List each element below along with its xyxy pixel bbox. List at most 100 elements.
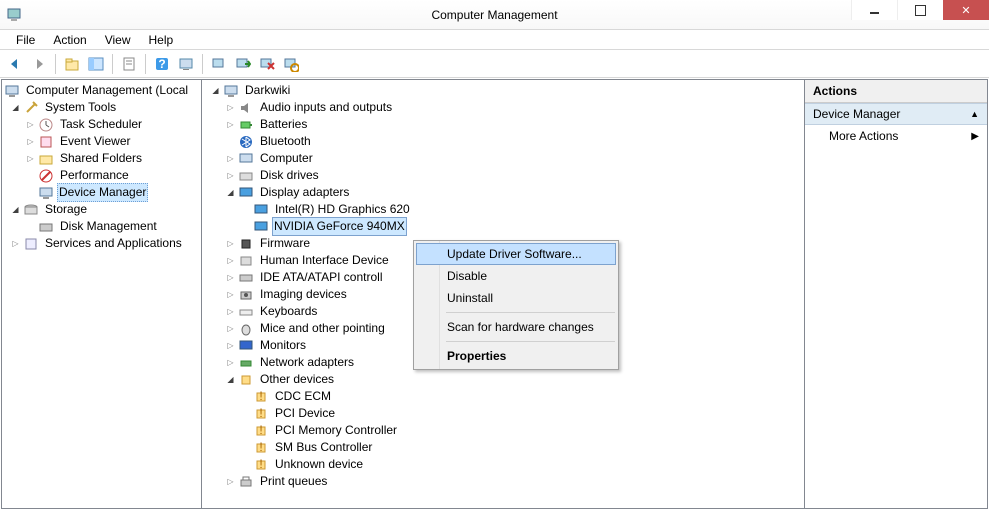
cat-disk-drives[interactable]: Disk drives bbox=[204, 167, 804, 184]
expand-icon[interactable] bbox=[223, 372, 238, 387]
cat-print-queues[interactable]: Print queues bbox=[204, 473, 804, 490]
disable-button[interactable] bbox=[280, 53, 302, 75]
device-sm-bus[interactable]: !SM Bus Controller bbox=[204, 439, 804, 456]
menu-file[interactable]: File bbox=[8, 31, 43, 49]
window-controls bbox=[851, 0, 989, 29]
printer-icon bbox=[238, 474, 254, 490]
expand-icon[interactable] bbox=[8, 100, 23, 115]
expand-icon[interactable] bbox=[223, 338, 238, 353]
menu-view[interactable]: View bbox=[97, 31, 139, 49]
expand-icon[interactable] bbox=[223, 185, 238, 200]
update-driver-button[interactable] bbox=[232, 53, 254, 75]
close-button[interactable] bbox=[943, 0, 989, 20]
unknown-device-icon: ! bbox=[253, 389, 269, 405]
ctx-label: Scan for hardware changes bbox=[447, 320, 594, 334]
device-pci[interactable]: !PCI Device bbox=[204, 405, 804, 422]
hid-icon bbox=[238, 253, 254, 269]
unknown-device-icon: ! bbox=[253, 457, 269, 473]
device-root[interactable]: Darkwiki bbox=[204, 82, 804, 99]
device-pci-mem[interactable]: !PCI Memory Controller bbox=[204, 422, 804, 439]
expand-icon[interactable] bbox=[223, 474, 238, 489]
tree-label: Services and Applications bbox=[42, 234, 185, 253]
cat-batteries[interactable]: Batteries bbox=[204, 116, 804, 133]
refresh-button[interactable] bbox=[175, 53, 197, 75]
expand-icon[interactable] bbox=[223, 270, 238, 285]
monitor-icon bbox=[238, 338, 254, 354]
expand-icon[interactable] bbox=[223, 304, 238, 319]
window-title: Computer Management bbox=[431, 8, 557, 22]
up-button[interactable] bbox=[61, 53, 83, 75]
forward-button[interactable] bbox=[28, 53, 50, 75]
expand-icon[interactable] bbox=[23, 134, 38, 149]
battery-icon bbox=[238, 117, 254, 133]
cat-other[interactable]: Other devices bbox=[204, 371, 804, 388]
expand-icon[interactable] bbox=[23, 151, 38, 166]
expand-icon[interactable] bbox=[223, 168, 238, 183]
properties-button[interactable] bbox=[118, 53, 140, 75]
actions-more[interactable]: More Actions ▶ bbox=[805, 125, 987, 147]
tree-shared-folders[interactable]: Shared Folders bbox=[4, 150, 201, 167]
expand-icon[interactable] bbox=[223, 151, 238, 166]
cat-display[interactable]: Display adapters bbox=[204, 184, 804, 201]
chip-icon bbox=[238, 236, 254, 252]
expand-icon[interactable] bbox=[8, 236, 23, 251]
ctx-scan[interactable]: Scan for hardware changes bbox=[416, 316, 616, 338]
device-nvidia[interactable]: NVIDIA GeForce 940MX bbox=[204, 218, 804, 235]
actions-pane: Actions Device Manager ▲ More Actions ▶ bbox=[805, 79, 988, 509]
tree-storage[interactable]: Storage bbox=[4, 201, 201, 218]
expand-icon[interactable] bbox=[223, 355, 238, 370]
chevron-right-icon: ▶ bbox=[971, 131, 979, 142]
tree-services-apps[interactable]: Services and Applications bbox=[4, 235, 201, 252]
bluetooth-icon bbox=[238, 134, 254, 150]
back-button[interactable] bbox=[4, 53, 26, 75]
ctx-properties[interactable]: Properties bbox=[416, 345, 616, 367]
maximize-button[interactable] bbox=[897, 0, 943, 20]
actions-section[interactable]: Device Manager ▲ bbox=[805, 103, 987, 125]
expand-icon[interactable] bbox=[223, 236, 238, 251]
tree-root[interactable]: Computer Management (Local bbox=[4, 82, 201, 99]
unknown-device-icon: ! bbox=[253, 440, 269, 456]
device-cdc-ecm[interactable]: !CDC ECM bbox=[204, 388, 804, 405]
cat-bluetooth[interactable]: Bluetooth bbox=[204, 133, 804, 150]
expand-icon[interactable] bbox=[223, 321, 238, 336]
cat-computer[interactable]: Computer bbox=[204, 150, 804, 167]
tree-performance[interactable]: Performance bbox=[4, 167, 201, 184]
expand-icon[interactable] bbox=[223, 253, 238, 268]
tree-system-tools[interactable]: System Tools bbox=[4, 99, 201, 116]
computer-icon bbox=[223, 83, 239, 99]
expand-icon[interactable] bbox=[223, 287, 238, 302]
tree-task-scheduler[interactable]: Task Scheduler bbox=[4, 116, 201, 133]
expand-icon[interactable] bbox=[8, 202, 23, 217]
keyboard-icon bbox=[238, 304, 254, 320]
tree-device-manager[interactable]: Device Manager bbox=[4, 184, 201, 201]
minimize-button[interactable] bbox=[851, 0, 897, 20]
unknown-device-icon: ! bbox=[253, 423, 269, 439]
svg-text:!: ! bbox=[259, 441, 262, 454]
device-unknown[interactable]: !Unknown device bbox=[204, 456, 804, 473]
context-menu: Update Driver Software... Disable Uninst… bbox=[413, 240, 619, 370]
device-intel-hd[interactable]: Intel(R) HD Graphics 620 bbox=[204, 201, 804, 218]
scan-button[interactable] bbox=[208, 53, 230, 75]
ctx-disable[interactable]: Disable bbox=[416, 265, 616, 287]
expand-icon[interactable] bbox=[223, 100, 238, 115]
uninstall-button[interactable] bbox=[256, 53, 278, 75]
menu-bar: File Action View Help bbox=[0, 30, 989, 50]
ctx-label: Update Driver Software... bbox=[447, 247, 582, 261]
expand-icon[interactable] bbox=[208, 83, 223, 98]
ctx-uninstall[interactable]: Uninstall bbox=[416, 287, 616, 309]
console-tree[interactable]: Computer Management (Local System Tools … bbox=[2, 80, 201, 254]
expand-icon[interactable] bbox=[23, 117, 38, 132]
computer-mgmt-icon bbox=[4, 83, 20, 99]
expand-icon[interactable] bbox=[223, 117, 238, 132]
menu-help[interactable]: Help bbox=[141, 31, 182, 49]
help-button[interactable]: ? bbox=[151, 53, 173, 75]
tree-event-viewer[interactable]: Event Viewer bbox=[4, 133, 201, 150]
cat-audio[interactable]: Audio inputs and outputs bbox=[204, 99, 804, 116]
tree-disk-mgmt[interactable]: Disk Management bbox=[4, 218, 201, 235]
ctx-update-driver[interactable]: Update Driver Software... bbox=[416, 243, 616, 265]
device-label: Print queues bbox=[257, 472, 330, 491]
menu-action[interactable]: Action bbox=[45, 31, 94, 49]
clock-icon bbox=[38, 117, 54, 133]
disk-icon bbox=[238, 168, 254, 184]
show-hide-tree-button[interactable] bbox=[85, 53, 107, 75]
